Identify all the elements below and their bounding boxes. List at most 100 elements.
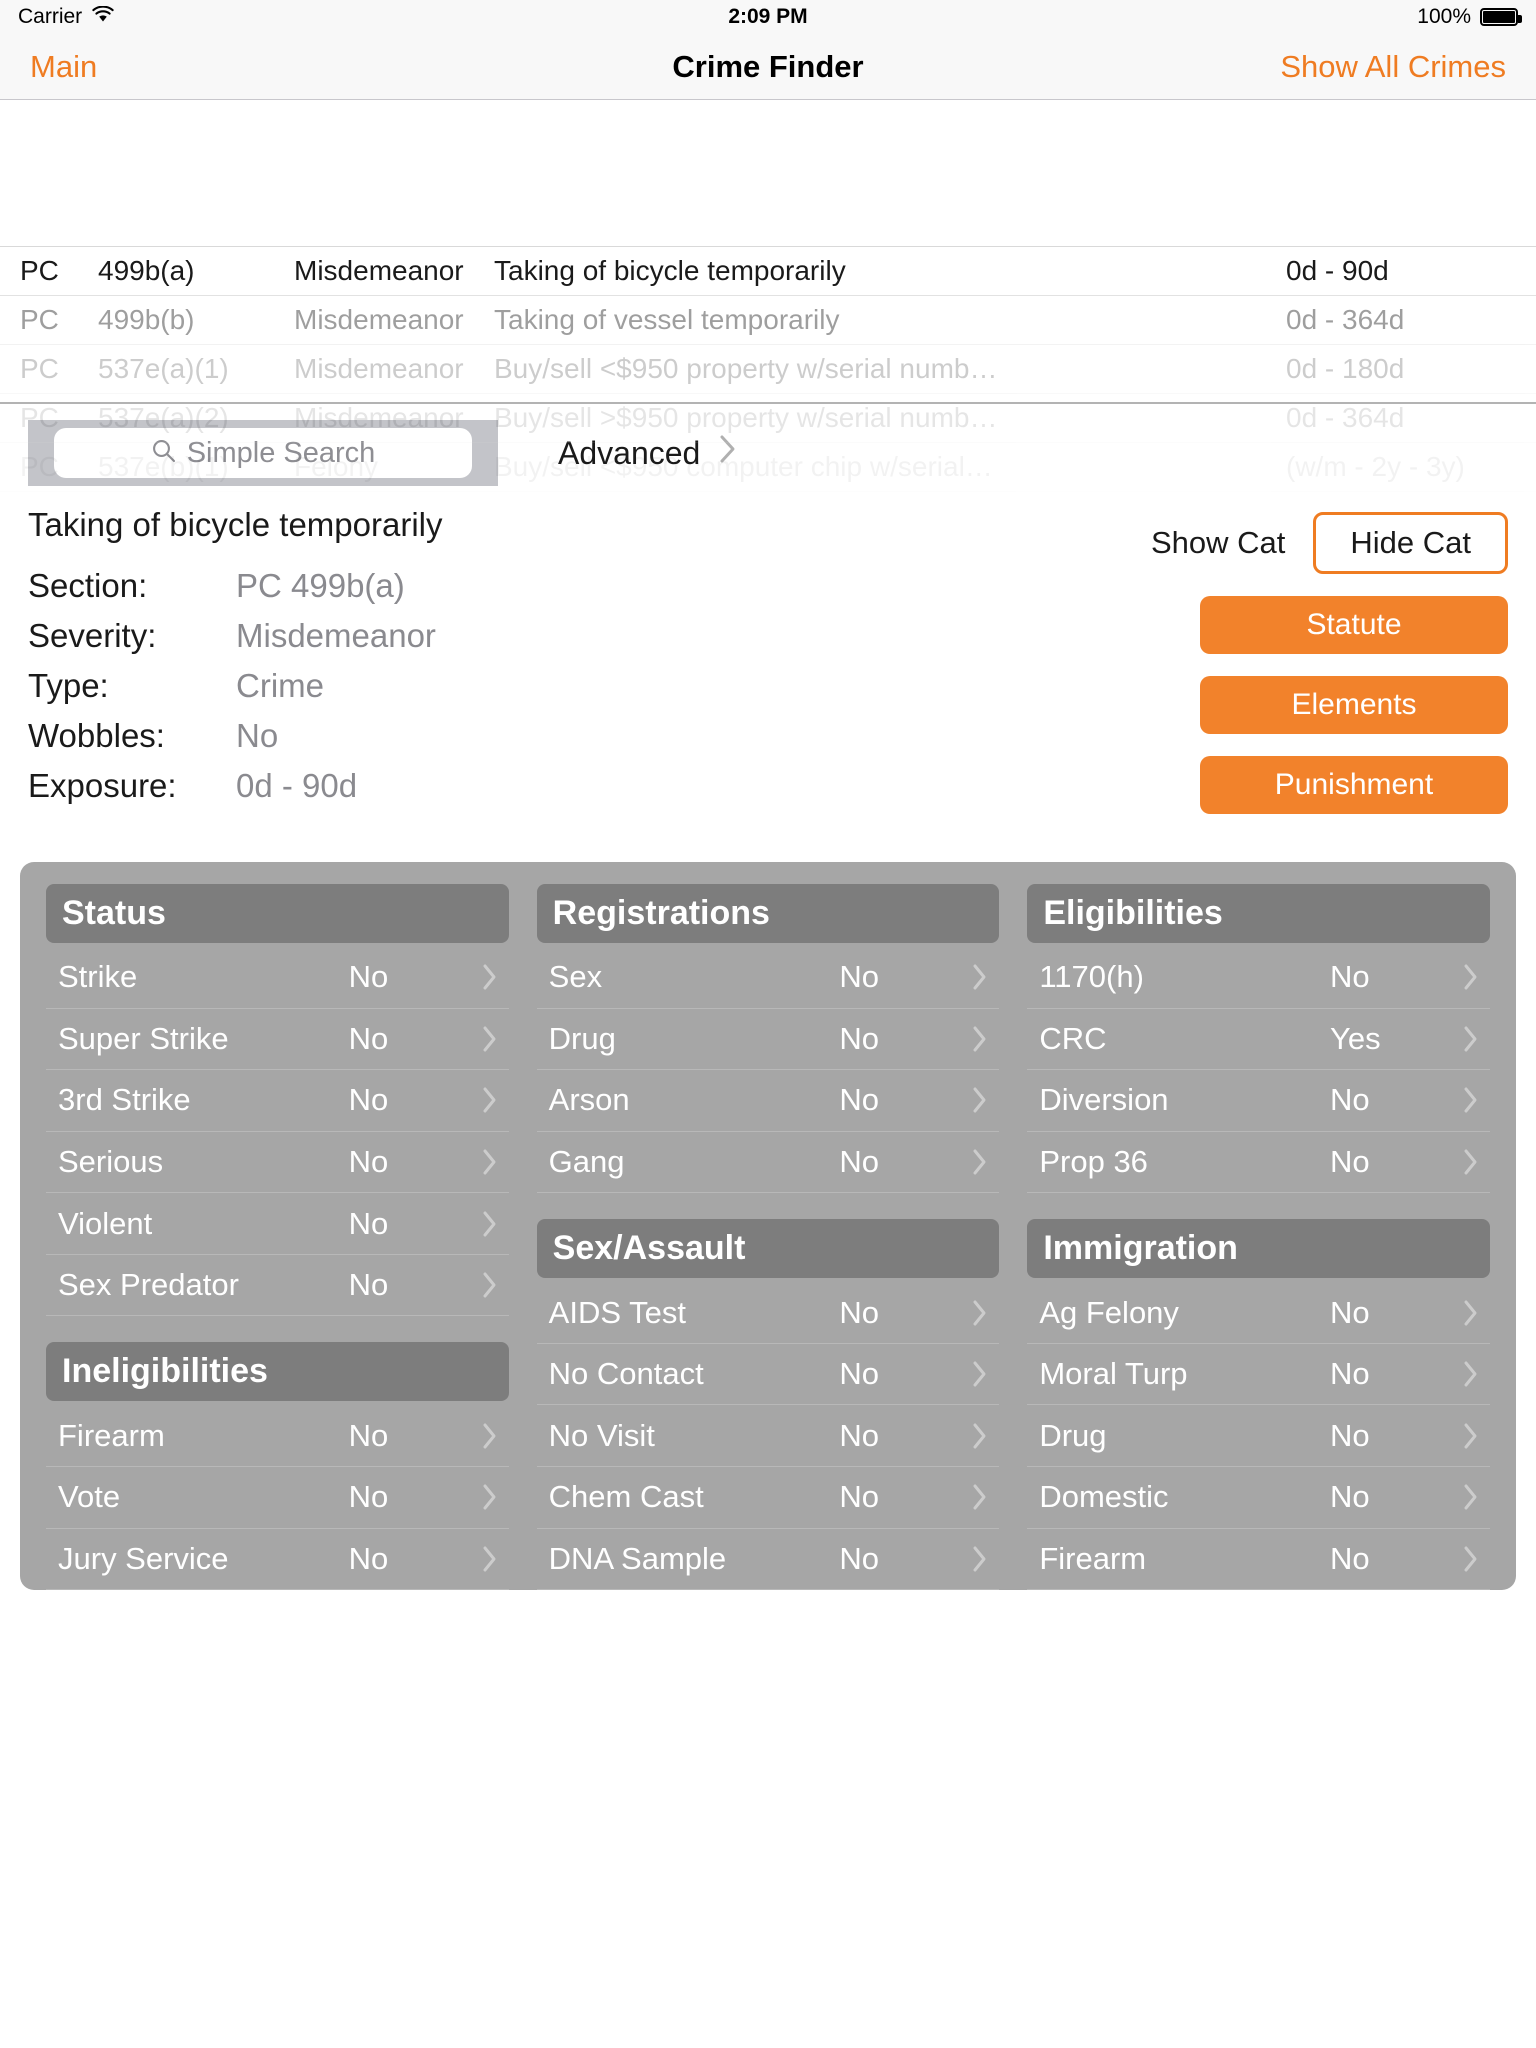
attribute-row-1170h[interactable]: 1170(h) No [1027, 947, 1491, 1009]
attribute-value: No [1330, 959, 1370, 995]
attribute-label: Prop 36 [1039, 1143, 1148, 1179]
table-row[interactable]: PC 499b(b) Misdemeanor Taking of vessel … [0, 296, 1536, 345]
chevron-right-icon [959, 1421, 999, 1451]
chevron-right-icon [469, 1421, 509, 1451]
table-row[interactable]: PC 499b(a) Misdemeanor Taking of bicycle… [0, 247, 1536, 296]
attribute-label: DNA Sample [548, 1540, 727, 1576]
detail-value: PC 499b(a) [236, 567, 405, 604]
attribute-panel: Status Strike No Super Strike No 3rd Str… [20, 862, 1516, 1590]
attribute-value: No [348, 1479, 389, 1515]
crime-list-top-spacer [0, 100, 1536, 246]
attribute-row-vote[interactable]: Vote No [46, 1467, 509, 1529]
crime-exposure: 0d - 180d [1286, 353, 1405, 384]
attribute-value: No [1330, 1082, 1370, 1118]
attribute-label: Domestic [1039, 1479, 1169, 1515]
attribute-row-crc[interactable]: CRC Yes [1027, 1009, 1491, 1071]
attribute-row-reg-arson[interactable]: Arson No [536, 1070, 1000, 1132]
wifi-icon [92, 5, 114, 29]
chevron-right-icon [959, 1482, 999, 1512]
crime-description: Taking of bicycle temporarily [494, 255, 846, 286]
attribute-row-reg-drug[interactable]: Drug No [536, 1009, 1000, 1071]
attribute-value: No [839, 1294, 879, 1330]
attribute-label: Super Strike [58, 1020, 229, 1056]
chevron-right-icon [1450, 1024, 1490, 1054]
attribute-value: No [1330, 1356, 1370, 1392]
attribute-row-domestic[interactable]: Domestic No [1027, 1467, 1491, 1529]
attribute-row-jury-service[interactable]: Jury Service No [46, 1529, 509, 1590]
attribute-label: Drug [548, 1020, 616, 1056]
attribute-label: CRC [1039, 1020, 1107, 1056]
detail-field-severity: Severity: Misdemeanor [28, 614, 443, 658]
show-all-crimes-button[interactable]: Show All Crimes [1280, 49, 1506, 85]
attribute-row-reg-sex[interactable]: Sex No [536, 947, 1000, 1009]
attribute-row-aids-test[interactable]: AIDS Test No [536, 1282, 1000, 1344]
attribute-value: No [839, 1356, 879, 1392]
chevron-right-icon [1450, 962, 1490, 992]
crime-section: 499b(a) [98, 255, 195, 286]
chevron-right-icon [469, 1482, 509, 1512]
attribute-label: Arson [548, 1082, 630, 1118]
attribute-row-ag-felony[interactable]: Ag Felony No [1027, 1282, 1491, 1344]
attribute-row-diversion[interactable]: Diversion No [1027, 1070, 1491, 1132]
attribute-row-imm-drug[interactable]: Drug No [1027, 1405, 1491, 1467]
punishment-button[interactable]: Punishment [1200, 756, 1508, 814]
attribute-column-3: Eligibilities 1170(h) No CRC Yes Diversi… [1027, 884, 1491, 1590]
attribute-value: No [1330, 1540, 1370, 1576]
chevron-right-icon [959, 962, 999, 992]
attribute-row-reg-gang[interactable]: Gang No [536, 1132, 1000, 1194]
detail-field-wobbles: Wobbles: No [28, 714, 443, 758]
attribute-value: No [839, 1020, 879, 1056]
attribute-value: No [1330, 1294, 1370, 1330]
attribute-row-moral-turp[interactable]: Moral Turp No [1027, 1344, 1491, 1406]
chevron-right-icon [1450, 1085, 1490, 1115]
attribute-label: Ag Felony [1039, 1294, 1179, 1330]
statute-button[interactable]: Statute [1200, 596, 1508, 654]
crime-description: Buy/sell >$950 property w/serial numb… [494, 402, 998, 433]
table-row[interactable]: PC 537e(a)(2) Misdemeanor Buy/sell >$950… [0, 394, 1536, 443]
attribute-row-sex-predator[interactable]: Sex Predator No [46, 1255, 509, 1317]
detail-label: Type: [28, 666, 109, 704]
attribute-row-3rd-strike[interactable]: 3rd Strike No [46, 1070, 509, 1132]
chevron-right-icon [1450, 1298, 1490, 1328]
attribute-label: Violent [58, 1205, 153, 1241]
show-cat-button[interactable]: Show Cat [1151, 525, 1285, 561]
attribute-row-firearm[interactable]: Firearm No [46, 1405, 509, 1467]
section-header-registrations: Registrations [536, 884, 1000, 943]
attribute-row-violent[interactable]: Violent No [46, 1193, 509, 1255]
attribute-column-1: Status Strike No Super Strike No 3rd Str… [46, 884, 509, 1590]
attribute-row-prop-36[interactable]: Prop 36 No [1027, 1132, 1491, 1194]
crime-list[interactable]: PC 499b(a) Misdemeanor Taking of bicycle… [0, 100, 1536, 492]
attribute-row-no-contact[interactable]: No Contact No [536, 1344, 1000, 1406]
back-button-main[interactable]: Main [30, 49, 97, 85]
attribute-value: No [348, 1267, 389, 1303]
section-header-status: Status [46, 884, 509, 943]
attribute-label: 1170(h) [1039, 959, 1144, 995]
chevron-right-icon [469, 1147, 509, 1177]
attribute-value: No [839, 1082, 879, 1118]
crime-detail: Taking of bicycle temporarily Section: P… [0, 502, 443, 856]
hide-cat-button[interactable]: Hide Cat [1313, 512, 1508, 574]
detail-value: No [236, 716, 279, 754]
detail-value: Crime [236, 666, 324, 704]
crime-code: PC [20, 304, 59, 335]
crime-description: Buy/sell <$950 property w/serial numb… [494, 353, 998, 384]
chevron-right-icon [1450, 1421, 1490, 1451]
table-row[interactable]: PC 537e(b)(1) Felony Buy/sell <$950 comp… [0, 443, 1536, 492]
attribute-row-imm-firearm[interactable]: Firearm No [1027, 1529, 1491, 1590]
attribute-label: Jury Service [58, 1540, 229, 1576]
crime-section: 537e(a)(1) [98, 353, 229, 384]
chevron-right-icon [959, 1085, 999, 1115]
attribute-row-super-strike[interactable]: Super Strike No [46, 1009, 509, 1071]
crime-severity: Misdemeanor [294, 304, 464, 335]
elements-button[interactable]: Elements [1200, 676, 1508, 734]
attribute-row-strike[interactable]: Strike No [46, 947, 509, 1009]
attribute-value: No [839, 1479, 879, 1515]
crime-description: Buy/sell <$950 computer chip w/serial… [494, 451, 993, 482]
table-row[interactable]: PC 537e(a)(1) Misdemeanor Buy/sell <$950… [0, 345, 1536, 394]
attribute-row-no-visit[interactable]: No Visit No [536, 1405, 1000, 1467]
attribute-row-serious[interactable]: Serious No [46, 1132, 509, 1194]
attribute-row-chem-cast[interactable]: Chem Cast No [536, 1467, 1000, 1529]
chevron-right-icon [469, 1209, 509, 1239]
attribute-row-dna-sample[interactable]: DNA Sample No [536, 1529, 1000, 1590]
detail-value: Misdemeanor [236, 616, 436, 654]
